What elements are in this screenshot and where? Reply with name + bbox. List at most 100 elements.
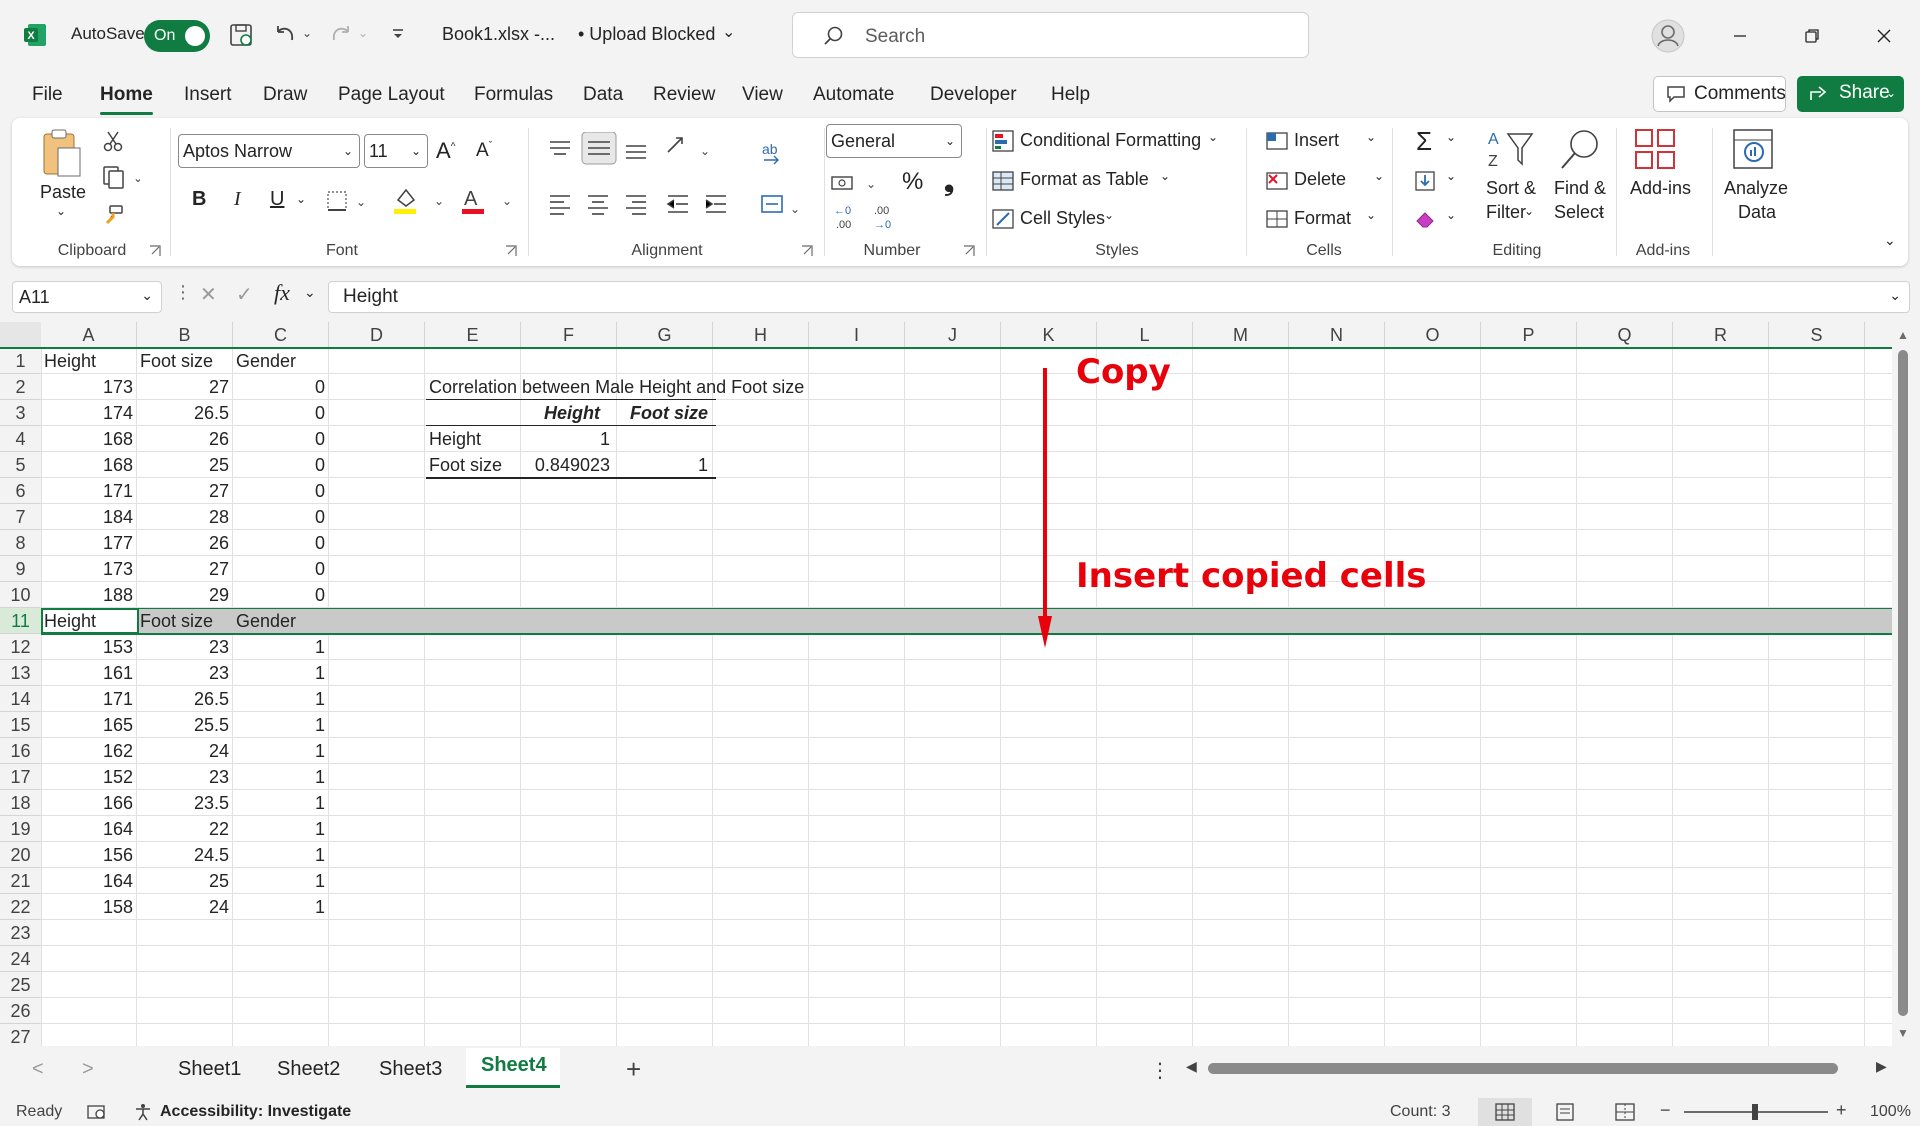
sort-filter-dropdown-icon[interactable]: ⌄ [1524, 204, 1534, 218]
column-header-p[interactable]: P [1481, 322, 1577, 348]
cell-c19[interactable]: 1 [233, 816, 329, 842]
row-header-3[interactable]: 3 [0, 400, 41, 426]
cell-a11[interactable]: Height [41, 608, 137, 634]
add-sheet-button[interactable]: + [626, 1054, 641, 1085]
cancel-entry-icon[interactable]: ✕ [200, 282, 217, 307]
increase-font-size-icon[interactable]: A^ [436, 138, 455, 164]
file-name[interactable]: Book1.xlsx -... [442, 24, 555, 45]
column-header-r[interactable]: R [1673, 322, 1769, 348]
tab-home[interactable]: Home [100, 84, 153, 115]
fill-dropdown-icon[interactable]: ⌄ [1446, 169, 1456, 183]
comments-button[interactable]: Comments [1653, 76, 1786, 112]
cell-b14[interactable]: 26.5 [137, 686, 233, 712]
zoom-out-icon[interactable]: − [1660, 1100, 1671, 1121]
cell-b8[interactable]: 26 [137, 530, 233, 556]
worksheet-grid[interactable]: ABCDEFGHIJKLMNOPQRS 1 2 3 4 5 6 7 8 9 10 11 12 13 14 1… [0, 322, 1892, 1046]
row-header-26[interactable]: 26 [0, 998, 41, 1024]
cell-styles-dropdown-icon[interactable]: ⌄ [1104, 208, 1114, 222]
cell-c20[interactable]: 1 [233, 842, 329, 868]
row-header-21[interactable]: 21 [0, 868, 41, 894]
normal-view-icon[interactable] [1494, 1102, 1516, 1122]
format-as-table-dropdown-icon[interactable]: ⌄ [1160, 169, 1170, 183]
cell-a17[interactable]: 152 [41, 764, 137, 790]
column-header-l[interactable]: L [1097, 322, 1193, 348]
insert-cells-icon[interactable] [1264, 128, 1290, 154]
find-select-icon[interactable] [1554, 126, 1604, 174]
column-header-f[interactable]: F [521, 322, 617, 348]
cell-c13[interactable]: 1 [233, 660, 329, 686]
cell-c12[interactable]: 1 [233, 634, 329, 660]
search-box[interactable]: Search [792, 12, 1309, 58]
font-family-select[interactable]: Aptos Narrow ⌄ [178, 134, 360, 168]
formula-input[interactable]: Height ⌄ [328, 281, 1910, 313]
cell-b6[interactable]: 27 [137, 478, 233, 504]
italic-button[interactable]: I [234, 188, 241, 211]
decimal-buttons-icon[interactable]: ←0 .00 .00 →0 [828, 202, 908, 232]
format-as-table-label[interactable]: Format as Table [1020, 169, 1149, 190]
cell-c21[interactable]: 1 [233, 868, 329, 894]
conditional-formatting-icon[interactable] [990, 128, 1016, 154]
save-icon[interactable] [226, 20, 256, 50]
sheet-tab-3[interactable]: Sheet3 [379, 1058, 442, 1081]
conditional-formatting-dropdown-icon[interactable]: ⌄ [1208, 130, 1218, 144]
sort-filter-label-2[interactable]: Filter [1486, 202, 1526, 223]
cell-styles-icon[interactable] [990, 206, 1016, 232]
horizontal-scrollbar[interactable]: ◀ ▶ [1186, 1058, 1887, 1078]
add-ins-icon[interactable] [1632, 126, 1680, 174]
cell-a18[interactable]: 166 [41, 790, 137, 816]
conditional-formatting-label[interactable]: Conditional Formatting [1020, 130, 1201, 151]
scroll-up-icon[interactable]: ▲ [1897, 328, 1909, 342]
cell-b9[interactable]: 27 [137, 556, 233, 582]
row-header-15[interactable]: 15 [0, 712, 41, 738]
row-header-23[interactable]: 23 [0, 920, 41, 946]
tab-view[interactable]: View [742, 84, 783, 106]
cell-a8[interactable]: 177 [41, 530, 137, 556]
cell-a14[interactable]: 171 [41, 686, 137, 712]
upload-status[interactable]: • Upload Blocked [578, 24, 715, 45]
font-color-icon[interactable]: A ⌄ [458, 186, 518, 216]
horizontal-scroll-thumb[interactable] [1208, 1063, 1838, 1074]
minimize-icon[interactable] [1728, 24, 1752, 48]
cell-a19[interactable]: 164 [41, 816, 137, 842]
cell-a10[interactable]: 188 [41, 582, 137, 608]
font-size-select[interactable]: 11 ⌄ [364, 134, 428, 168]
paste-icon[interactable] [40, 128, 84, 180]
format-painter-icon[interactable] [100, 202, 126, 228]
clipboard-launcher-icon[interactable] [148, 244, 162, 258]
customize-toolbar-icon[interactable] [388, 24, 408, 44]
alignment-launcher-icon[interactable] [800, 244, 814, 258]
autosave-toggle[interactable]: On [144, 20, 210, 52]
tab-help[interactable]: Help [1051, 84, 1090, 106]
close-icon[interactable] [1872, 24, 1896, 48]
column-header-m[interactable]: M [1193, 322, 1289, 348]
cell-b5[interactable]: 25 [137, 452, 233, 478]
cell-c14[interactable]: 1 [233, 686, 329, 712]
number-launcher-icon[interactable] [962, 244, 976, 258]
column-header-s[interactable]: S [1769, 322, 1865, 348]
cell-b1[interactable]: Foot size [137, 348, 233, 374]
chevron-down-icon[interactable]: ⌄ [722, 22, 735, 42]
ribbon-collapse-icon[interactable]: ⌄ [1884, 232, 1896, 249]
tab-formulas[interactable]: Formulas [474, 84, 553, 106]
cell-b16[interactable]: 24 [137, 738, 233, 764]
row-header-1[interactable]: 1 [0, 348, 41, 374]
zoom-in-icon[interactable]: + [1836, 1100, 1847, 1121]
cell-c22[interactable]: 1 [233, 894, 329, 920]
cell-c7[interactable]: 0 [233, 504, 329, 530]
share-button[interactable]: Share ⌄ [1797, 76, 1904, 112]
cell-a12[interactable]: 153 [41, 634, 137, 660]
analyze-data-label-2[interactable]: Data [1738, 202, 1776, 223]
vertical-scrollbar[interactable]: ▲ ▼ [1894, 326, 1912, 1048]
zoom-level[interactable]: 100% [1870, 1103, 1911, 1121]
cell-a2[interactable]: 173 [41, 374, 137, 400]
cell-a16[interactable]: 162 [41, 738, 137, 764]
restore-icon[interactable] [1800, 24, 1824, 48]
row-header-25[interactable]: 25 [0, 972, 41, 998]
cell-a20[interactable]: 156 [41, 842, 137, 868]
comma-style-button[interactable]: ❟ [944, 166, 954, 198]
cell-c17[interactable]: 1 [233, 764, 329, 790]
column-header-k[interactable]: K [1001, 322, 1097, 348]
tab-insert[interactable]: Insert [184, 84, 232, 106]
cell-a9[interactable]: 173 [41, 556, 137, 582]
underline-button[interactable]: U [270, 188, 284, 211]
